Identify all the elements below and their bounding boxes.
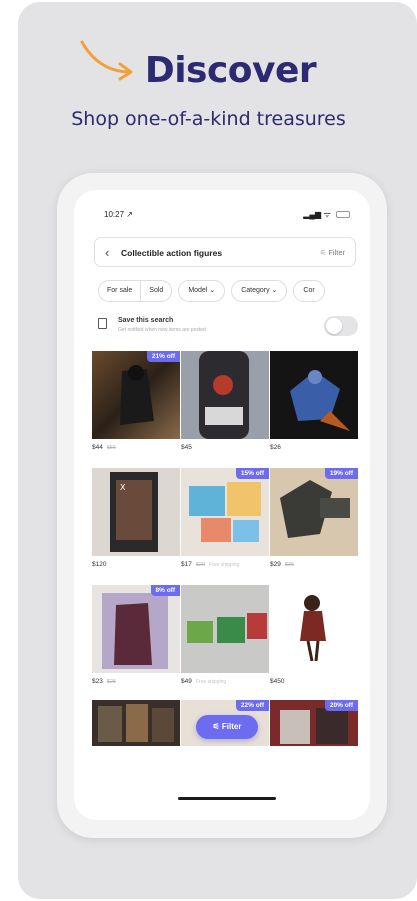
filter-label: Filter [328,248,345,257]
chip-condition[interactable]: Cor [293,280,325,302]
discount-badge: 21% off [146,351,180,362]
listing-price: $49 [181,678,192,685]
svg-text:X: X [120,483,126,492]
listing-price: $44 [92,444,103,451]
listing-price-row: $45 [181,444,192,451]
status-time: 10:27 ↗ [104,210,133,219]
status-bar: 10:27 ↗ ▂▄▆ ᯤ [74,190,370,220]
listing-price-row: $44 $56 [92,444,116,451]
save-search-toggle[interactable] [324,316,358,336]
discount-badge: 19% off [324,468,358,479]
chip-category[interactable]: Category ⌄ [231,280,288,302]
action-figure-photo [199,351,249,439]
save-search-row: Save this search Get notified when new i… [98,316,358,340]
action-figure-photo [300,595,326,662]
action-figure-photo [290,370,350,431]
promo-tagline: Shop one-of-a-kind treasures [71,108,346,130]
listing-price: $120 [92,561,107,568]
chip-for-sale[interactable]: For sale [99,281,140,301]
listing-image[interactable]: 19% off [270,468,358,556]
save-search-title: Save this search [118,317,174,324]
listing-price-row: $120 [92,561,106,568]
listing-price-row: $49 Free shipping [181,678,226,685]
listing-image[interactable] [181,585,269,673]
listing-price: $45 [181,444,192,451]
listing-image[interactable]: X [92,468,180,556]
floating-filter-button[interactable]: ⚟ Filter [196,715,258,739]
action-figure-photo [187,613,267,643]
listing-price-row: $17 $20 Free shipping [181,561,239,568]
status-icons: ▂▄▆ ᯤ [303,209,350,220]
promo-headline: Discover [144,50,317,91]
listing-price-row: $29 $36 [270,561,294,568]
filter-chips: For sale Sold Model ⌄ Category ⌄ Cor [98,280,370,302]
sliders-icon: ⚟ [212,722,222,731]
wifi-icon: ᯤ [323,210,331,219]
action-figure-photo: X [110,472,158,552]
listing-price-row: $26 [270,444,281,451]
listing-original-price: $20 [195,562,206,568]
listing-image[interactable] [270,351,358,439]
action-figure-photo [189,482,261,542]
listing-price: $17 [181,561,192,568]
search-bar[interactable]: ‹ Collectible action figures ⚟ Filter [94,237,356,267]
listing-price-row: $23 $25 [92,678,116,685]
listing-shipping: Free shipping [209,562,240,568]
listing-image[interactable]: 21% off [92,351,180,439]
sliders-icon: ⚟ [319,248,327,257]
chip-sold[interactable]: Sold [140,281,171,301]
action-figure-photo [280,480,350,538]
listing-shipping: Free shipping [195,679,227,685]
discount-badge: 8% off [150,585,180,596]
listing-price: $26 [270,444,281,451]
listing-image[interactable] [181,351,269,439]
chip-model[interactable]: Model ⌄ [178,280,226,302]
listing-image[interactable] [92,700,180,746]
listing-price: $29 [270,561,281,568]
sale-status-toggle: For sale Sold [98,280,173,302]
listing-image[interactable]: 8% off [92,585,180,673]
discount-badge: 20% off [324,700,358,711]
bookmark-icon [98,318,107,329]
signal-icon: ▂▄▆ [303,210,322,219]
listing-original-price: $56 [106,445,117,451]
save-search-subtitle: Get notified when new items are posted [118,327,206,333]
home-indicator[interactable] [178,797,276,800]
listing-image[interactable]: 15% off [181,468,269,556]
floating-filter-label: Filter [221,722,242,731]
discount-badge: 22% off [235,700,269,711]
listing-price: $450 [270,678,285,685]
action-figure-photo [98,704,174,742]
listing-image[interactable]: 20% off [270,700,358,746]
search-query-title: Collectible action figures [121,248,223,258]
listing-image[interactable] [270,585,358,673]
listing-original-price: $36 [284,562,295,568]
listing-price: $23 [92,678,103,685]
toggle-knob [326,318,342,334]
listing-price-row: $450 [270,678,284,685]
chevron-left-icon[interactable]: ‹ [105,245,109,260]
app-screen: 10:27 ↗ ▂▄▆ ᯤ ‹ Collectible action figur… [74,190,370,820]
filter-button[interactable]: ⚟ Filter [320,248,345,257]
action-figure-photo [120,365,154,425]
battery-icon [336,211,350,219]
action-figure-photo [102,593,168,669]
discount-badge: 15% off [235,468,269,479]
listing-original-price: $25 [106,679,117,685]
